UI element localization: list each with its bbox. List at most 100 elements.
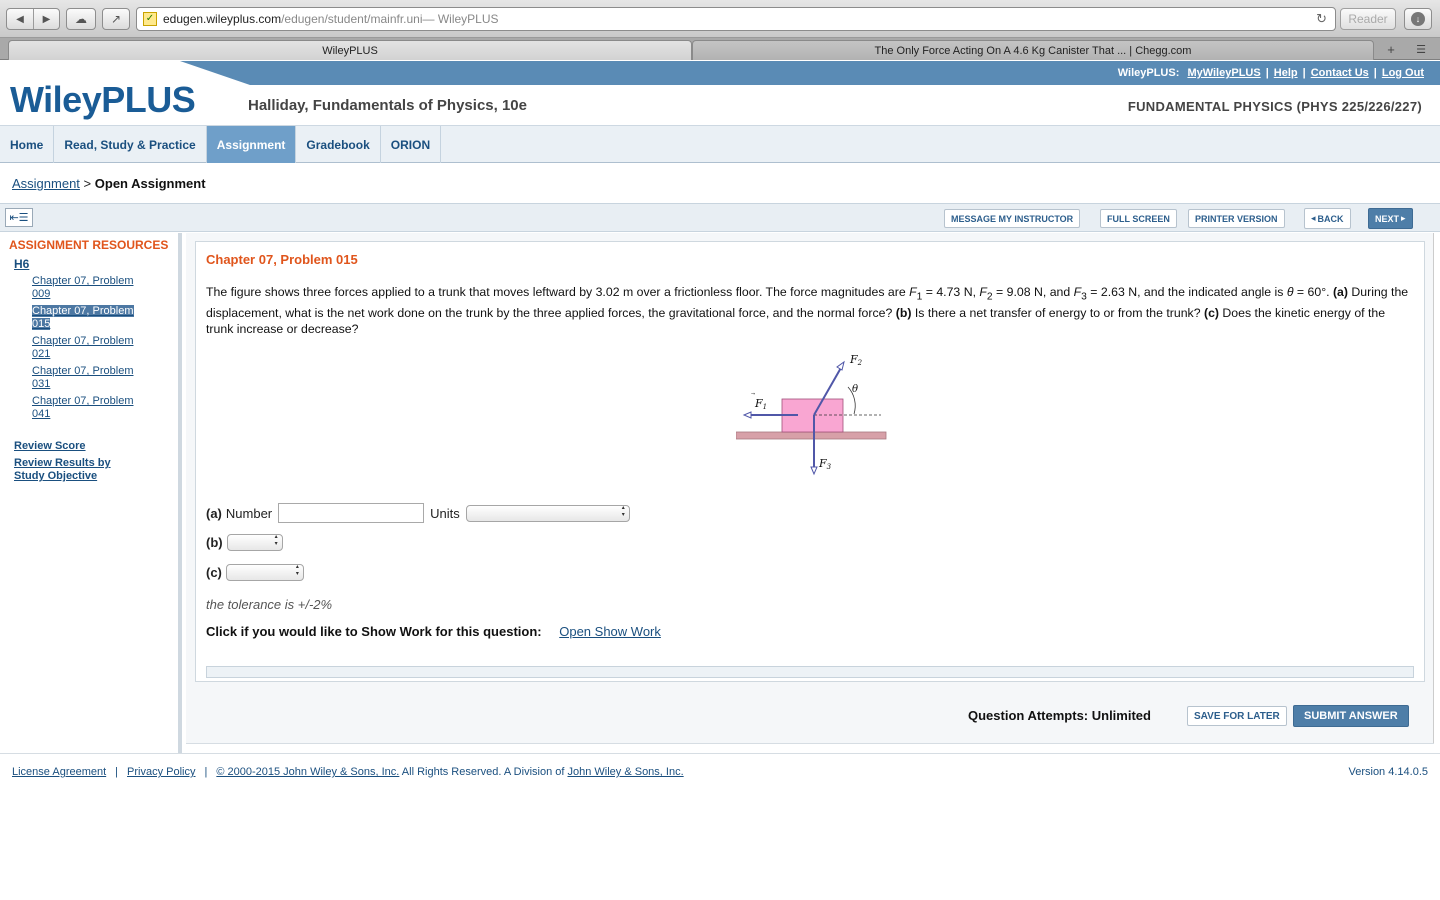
address-bar[interactable]: ✓ edugen.wileyplus.com /edugen/student/m… [136, 7, 1336, 31]
division-link[interactable]: John Wiley & Sons, Inc. [567, 766, 683, 778]
link-help[interactable]: Help [1274, 67, 1298, 79]
link-mywileyplus[interactable]: MyWileyPLUS [1187, 67, 1260, 79]
main-bottom-border [186, 743, 1434, 753]
url-page-title: — WileyPLUS [422, 12, 499, 26]
download-icon: ↓ [1411, 12, 1425, 26]
sidebar-item-number: 021 [32, 348, 51, 360]
f2-arrowhead [836, 360, 845, 371]
nav-read-study-practice[interactable]: Read, Study & Practice [54, 126, 207, 163]
answer-b-label: (b) [206, 535, 223, 550]
tab-bar: WileyPLUS The Only Force Acting On A 4.6… [0, 38, 1440, 60]
tab-wileyplus[interactable]: WileyPLUS [8, 40, 692, 60]
nav-gradebook[interactable]: Gradebook [296, 126, 381, 163]
answer-a-units-label: Units [430, 505, 460, 521]
footer-links: License Agreement | Privacy Policy | © 2000-… [12, 766, 684, 778]
f3-arrowhead [810, 466, 818, 476]
show-work-row: Click if you would like to Show Work for… [206, 624, 661, 639]
reader-button[interactable]: Reader [1340, 8, 1396, 30]
answer-row-a: (a) Number Units [206, 503, 630, 523]
review-results-label-2: Study Objective [14, 470, 98, 482]
link-contact-us[interactable]: Contact Us [1311, 67, 1369, 79]
breadcrumb-current: Open Assignment [94, 176, 206, 191]
sidebar-item-problem-015[interactable]: Chapter 07, Problem 015 [32, 305, 154, 335]
answer-a-units-select[interactable] [465, 504, 630, 522]
sidebar-item-problem-021[interactable]: Chapter 07, Problem 021 [32, 335, 154, 365]
forward-arrow-icon[interactable]: ▶ [33, 9, 59, 29]
problem-text: The figure shows three forces applied to… [206, 285, 1409, 337]
printer-version-button[interactable]: PRINTER VERSION [1188, 209, 1285, 228]
message-instructor-button[interactable]: MESSAGE MY INSTRUCTOR [944, 209, 1081, 228]
course-title: FUNDAMENTAL PHYSICS (PHYS 225/226/227) [1127, 99, 1422, 114]
sidebar-item-problem-031[interactable]: Chapter 07, Problem 031 [32, 365, 154, 395]
main-panel: Chapter 07, Problem 015 The figure shows… [186, 233, 1434, 753]
tolerance-note: the tolerance is +/-2% [206, 597, 333, 612]
breadcrumb-assignment-link[interactable]: Assignment [12, 176, 80, 191]
sidebar-item-number: 041 [32, 408, 51, 420]
sidebar-group-h6[interactable]: H6 [14, 257, 29, 271]
answer-c-select[interactable] [225, 564, 304, 581]
copyright-link[interactable]: © 2000-2015 John Wiley & Sons, Inc. [216, 766, 399, 778]
browser-toolbar: ◀ ▶ ☁ ↗ ✓ edugen.wileyplus.com /edugen/s… [0, 0, 1440, 38]
answer-a-number-input[interactable] [278, 503, 425, 523]
show-work-strip [206, 666, 1414, 678]
floor [736, 431, 887, 440]
problem-box: Chapter 07, Problem 015 The figure shows… [195, 241, 1425, 682]
full-screen-button[interactable]: FULL SCREEN [1100, 209, 1177, 228]
sidebar-item-label: Chapter 07, Problem [32, 275, 134, 287]
nav-assignment[interactable]: Assignment [206, 126, 297, 163]
sidebar-item-label: Chapter 07, Problem [32, 395, 134, 407]
main-nav: Home Read, Study & Practice Assignment G… [0, 125, 1440, 163]
next-button[interactable]: NEXT ▸ [1368, 208, 1413, 229]
collapse-sidebar-icon[interactable]: ⇤☰ [5, 208, 33, 227]
back-button-label: BACK [1317, 213, 1344, 224]
site-check-icon: ✓ [143, 12, 157, 26]
top-links-bar: WileyPLUS: MyWileyPLUS | Help | Contact Us | L… [0, 61, 1440, 85]
f2-label: F2 [849, 353, 863, 367]
submit-answer-button[interactable]: SUBMIT ANSWER [1293, 705, 1409, 727]
review-results-link[interactable]: Review Results by Study Objective [14, 457, 111, 483]
url-path: /edugen/student/mainfr.uni [281, 12, 423, 26]
f3-label: F3 [818, 457, 832, 471]
theta-label: θ [852, 384, 858, 395]
icloud-tabs-icon[interactable]: ☁ [66, 8, 96, 30]
site-header: WileyPLUS Halliday, Fundamentals of Phys… [0, 79, 1440, 125]
sidebar-item-problem-009[interactable]: Chapter 07, Problem 009 [32, 275, 154, 305]
review-score-link[interactable]: Review Score [14, 440, 86, 453]
show-work-prompt: Click if you would like to Show Work for… [206, 624, 542, 639]
question-attempts: Question Attempts: Unlimited [968, 708, 1151, 723]
page-footer: License Agreement | Privacy Policy | © 2000-… [0, 753, 1440, 793]
tab-overview-icon[interactable]: ☰ [1410, 41, 1432, 57]
open-show-work-link[interactable]: Open Show Work [559, 624, 661, 639]
sidebar-item-problem-041[interactable]: Chapter 07, Problem 041 [32, 395, 154, 425]
downloads-button[interactable]: ↓ [1404, 8, 1432, 30]
link-log-out[interactable]: Log Out [1382, 67, 1424, 79]
back-button[interactable]: ◂ BACK [1304, 208, 1351, 229]
sidebar-item-label: Chapter 07, Problem [32, 365, 134, 377]
problem-list: Chapter 07, Problem 009 Chapter 07, Probl… [32, 275, 154, 425]
sidebar-item-number: 009 [32, 288, 51, 300]
nav-home[interactable]: Home [0, 126, 55, 163]
f1-vector-bar: ⃗ [751, 392, 755, 395]
nav-orion[interactable]: ORION [381, 126, 442, 163]
answer-b-select[interactable] [226, 534, 283, 551]
license-agreement-link[interactable]: License Agreement [12, 766, 106, 778]
save-for-later-button[interactable]: SAVE FOR LATER [1187, 706, 1287, 726]
next-chevron-icon: ▸ [1401, 213, 1406, 223]
back-arrow-icon[interactable]: ◀ [7, 9, 33, 29]
privacy-policy-link[interactable]: Privacy Policy [127, 766, 195, 778]
new-tab-icon[interactable]: + [1378, 40, 1404, 58]
sidebar-item-label: Chapter 07, Problem [32, 305, 134, 317]
answer-a-label: (a) [206, 505, 222, 521]
top-links-prefix: WileyPLUS: [1117, 67, 1180, 79]
wileyplus-logo[interactable]: WileyPLUS [10, 79, 196, 121]
share-icon[interactable]: ↗ [102, 8, 130, 30]
back-chevron-icon: ◂ [1311, 213, 1316, 223]
f1-label: F1 [754, 397, 767, 411]
sidebar-item-number: 015 [32, 318, 51, 330]
reload-icon[interactable]: ↻ [1316, 11, 1327, 27]
answer-c-label: (c) [206, 565, 222, 580]
assignment-sidebar: ASSIGNMENT RESOURCES H6 Chapter 07, Prob… [0, 233, 182, 753]
sidebar-item-number: 031 [32, 378, 51, 390]
tab-chegg[interactable]: The Only Force Acting On A 4.6 Kg Canist… [692, 40, 1374, 60]
answer-a-number-label: Number [225, 505, 273, 521]
